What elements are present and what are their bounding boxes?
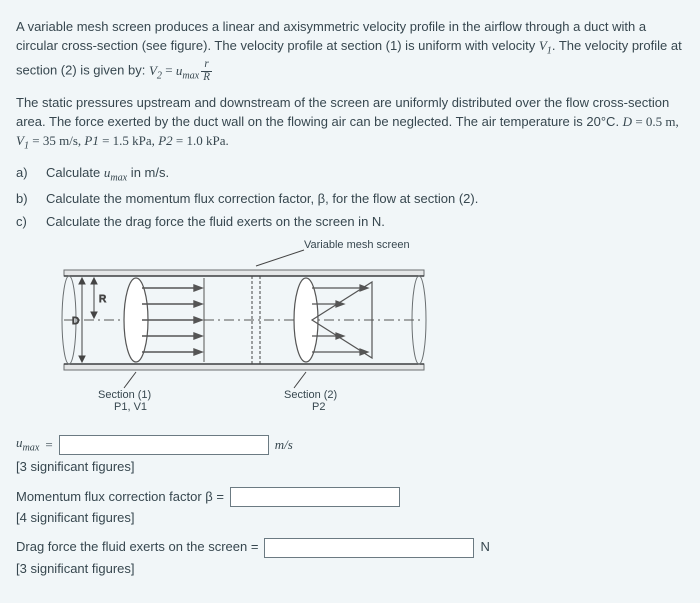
figure: Variable mesh screen R D: [44, 238, 444, 430]
ans-drag-note: [3 significant figures]: [16, 560, 684, 579]
svg-text:P2: P2: [312, 401, 325, 413]
ans-drag-unit: N: [480, 538, 489, 557]
part-a-label: a): [16, 164, 34, 183]
sym-V1: V1: [539, 38, 552, 53]
ans-beta-label: Momentum flux correction factor β =: [16, 488, 224, 507]
sym-V1g: V1: [16, 133, 29, 148]
part-b-text: Calculate the momentum flux correction f…: [46, 190, 478, 209]
svg-text:D: D: [72, 316, 79, 327]
ans-drag-label: Drag force the fluid exerts on the scree…: [16, 538, 258, 557]
sym-umax-inline: umax: [104, 165, 127, 180]
part-c-text: Calculate the drag force the fluid exert…: [46, 213, 385, 232]
sym-D: D: [623, 114, 632, 129]
part-c: c) Calculate the drag force the fluid ex…: [16, 213, 684, 232]
section-2-profile: [294, 278, 372, 388]
umax-input[interactable]: [59, 435, 269, 455]
p2-lead: The static pressures upstream and downst…: [16, 95, 669, 129]
svg-text:P1, V1: P1, V1: [114, 401, 147, 413]
figure-svg: Variable mesh screen R D: [44, 238, 444, 424]
eq-umax: umax: [176, 63, 199, 78]
answer-drag-row: Drag force the fluid exerts on the scree…: [16, 538, 684, 558]
eq-frac: rR: [201, 59, 212, 83]
ans-umax-unit: m/s: [275, 436, 293, 455]
sym-P1: P1: [84, 133, 98, 148]
part-a: a) Calculate umax in m/s.: [16, 164, 684, 186]
eq-equals: =: [162, 63, 176, 78]
ans-beta-note: [4 significant figures]: [16, 509, 684, 528]
part-b: b) Calculate the momentum flux correctio…: [16, 190, 684, 209]
svg-text:Section (1): Section (1): [98, 389, 151, 401]
part-c-label: c): [16, 213, 34, 232]
parts-list: a) Calculate umax in m/s. b) Calculate t…: [16, 164, 684, 232]
answer-umax-row: umax = m/s: [16, 434, 684, 456]
section-1-profile: [124, 278, 204, 388]
section-labels: Section (1) P1, V1 Section (2) P2: [98, 389, 337, 413]
sym-P2: P2: [158, 133, 172, 148]
svg-text:R: R: [99, 294, 106, 305]
svg-text:Section (2): Section (2): [284, 389, 337, 401]
ans-umax-eq: =: [45, 436, 52, 455]
ans-umax-note: [3 significant figures]: [16, 458, 684, 477]
eq-V2: V2: [149, 63, 162, 78]
figure-caption-top: Variable mesh screen: [304, 239, 410, 251]
answer-beta-row: Momentum flux correction factor β =: [16, 487, 684, 507]
beta-input[interactable]: [230, 487, 400, 507]
problem-para-1: A variable mesh screen produces a linear…: [16, 18, 684, 84]
ans-umax-label: umax: [16, 434, 39, 456]
answers-block: umax = m/s [3 significant figures] Momen…: [16, 434, 684, 579]
drag-input[interactable]: [264, 538, 474, 558]
part-b-label: b): [16, 190, 34, 209]
problem-para-2: The static pressures upstream and downst…: [16, 94, 684, 154]
